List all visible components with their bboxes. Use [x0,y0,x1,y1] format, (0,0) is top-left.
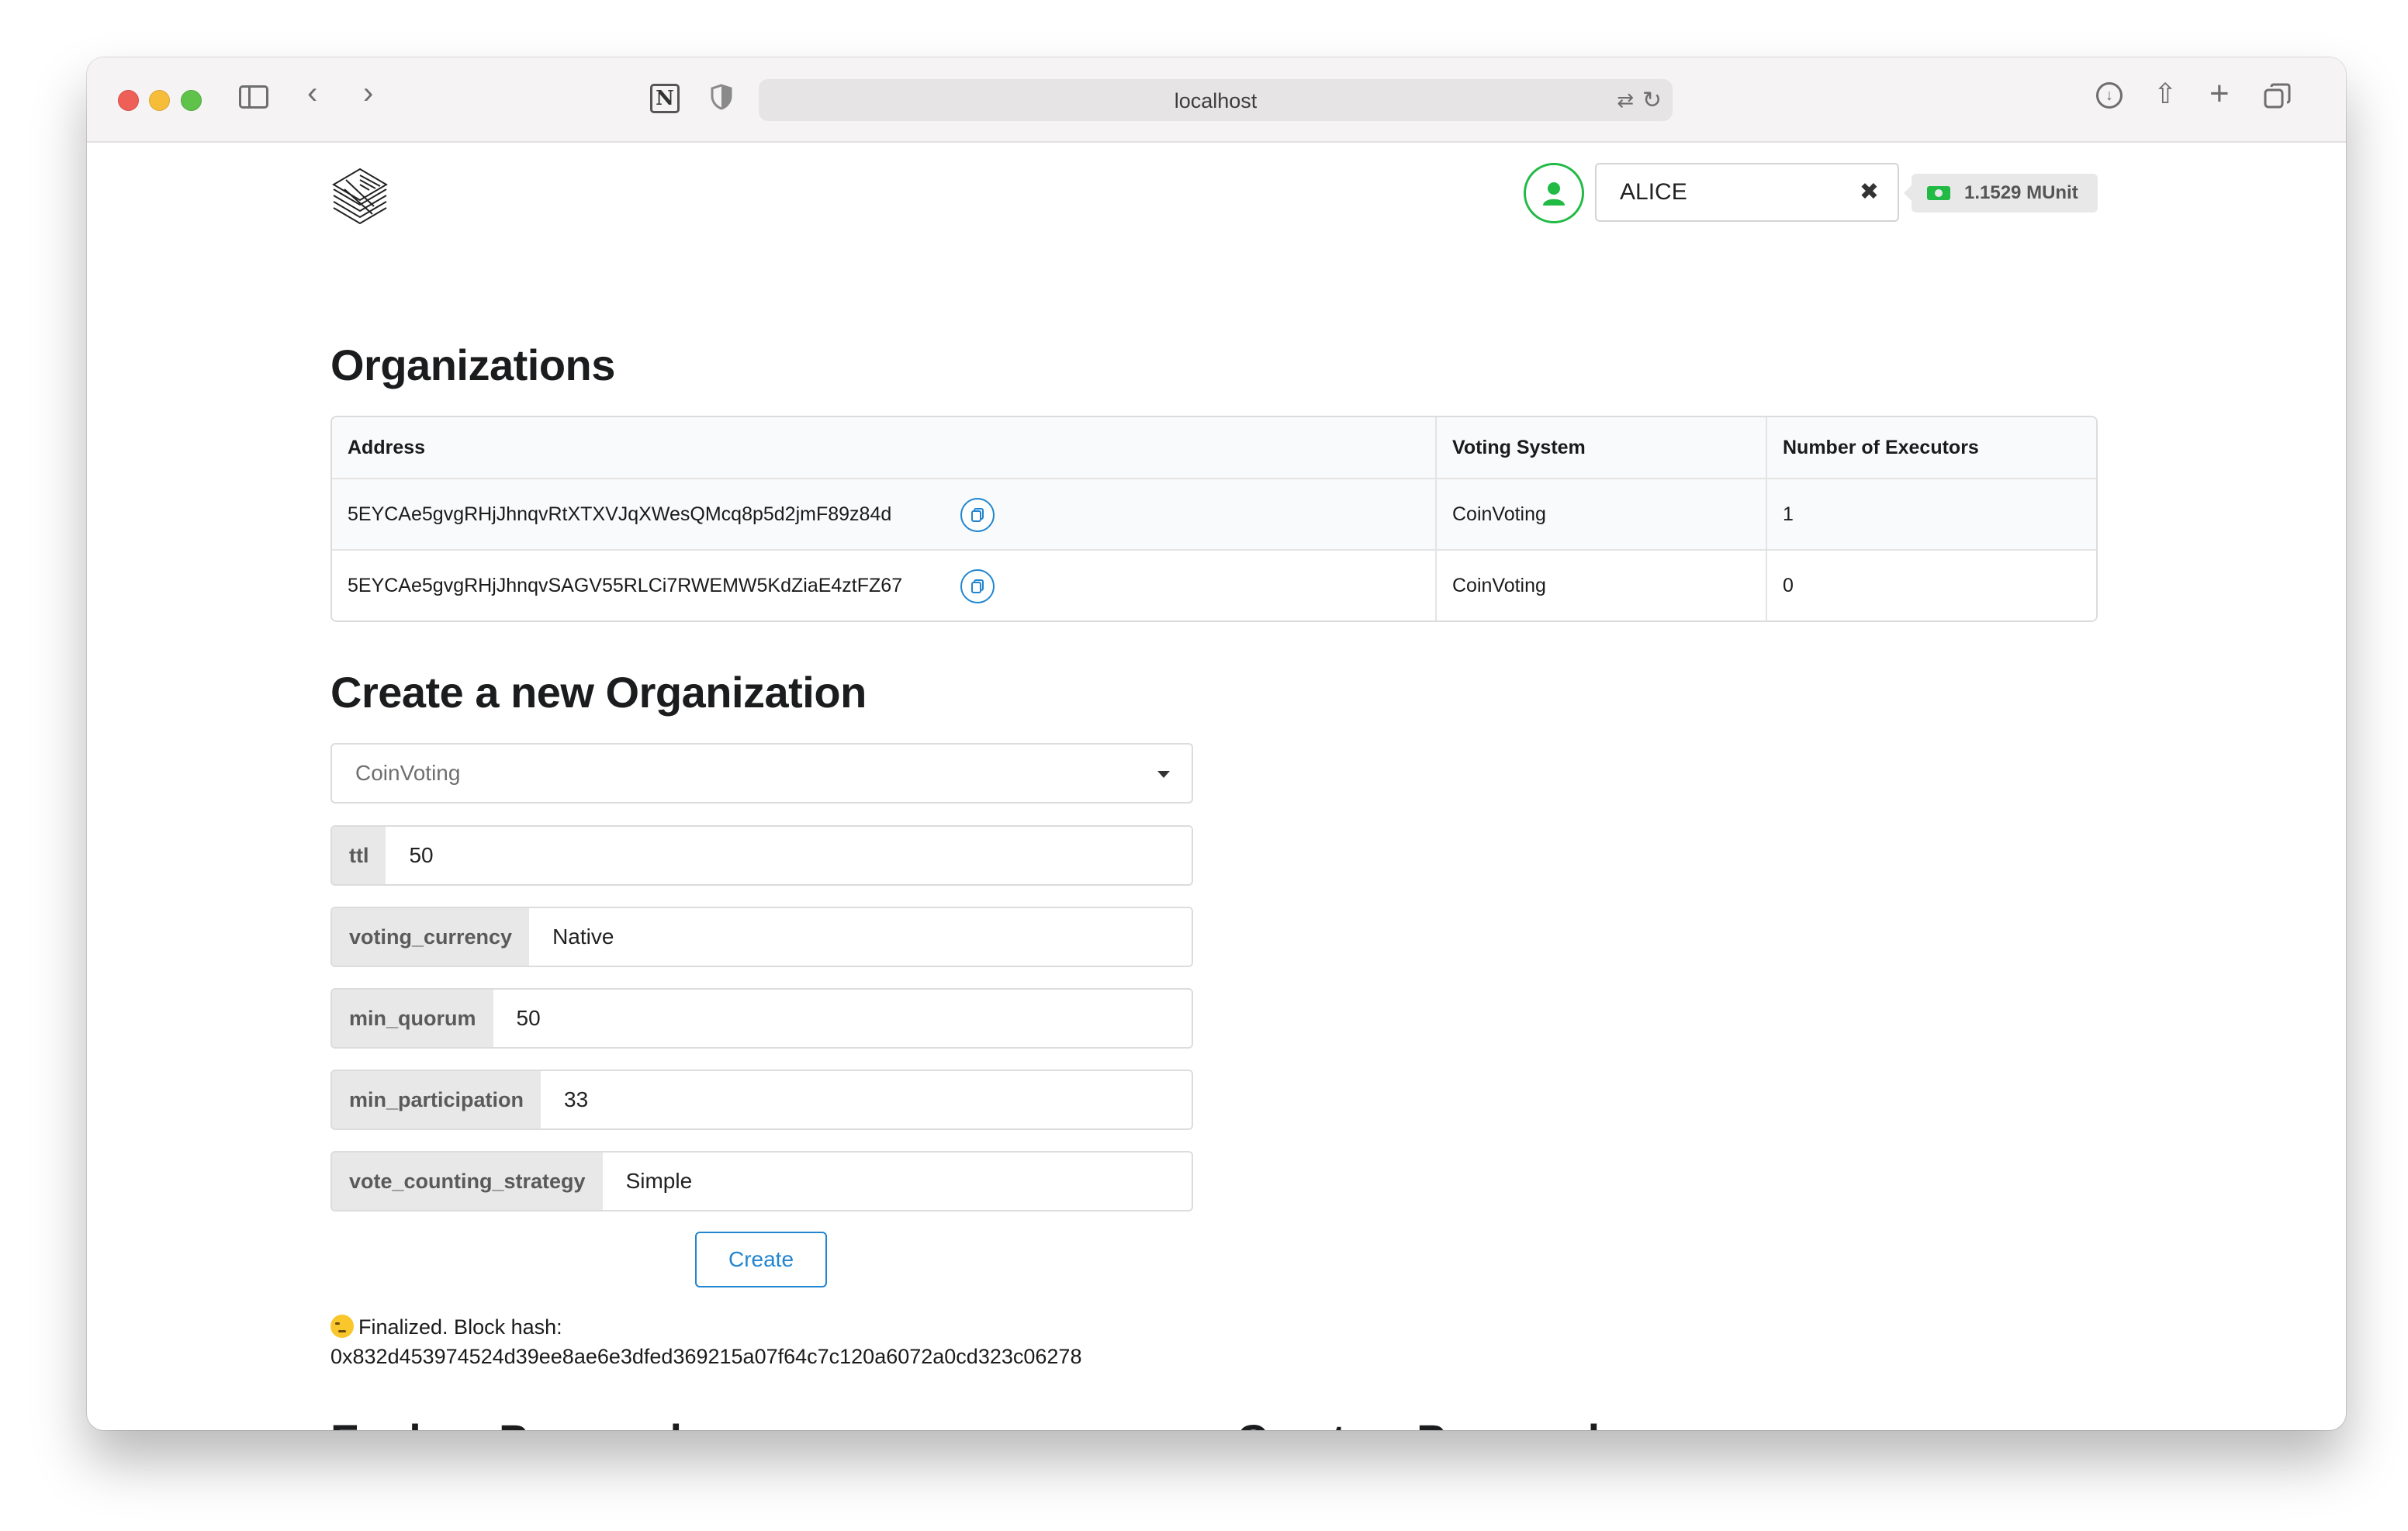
address-cell: 5EYCAe5gvgRHjJhnqvSAGV55RLCi7RWEMW5KdZia… [332,551,1437,620]
table-row: 5EYCAe5gvgRHjJhnqvRtXTXVJqXWesQMcq8p5d2j… [332,478,2096,549]
account-avatar-icon[interactable] [1524,163,1584,223]
min-participation-input[interactable] [541,1071,1192,1128]
app-logo-icon[interactable] [330,166,389,228]
column-header-executors: Number of Executors [1783,436,1979,458]
organizations-table: Address Voting System Number of Executor… [330,416,2098,622]
balance-label: 1.1529 MUnit [1904,174,2098,213]
ttl-input[interactable] [386,827,1192,884]
organizations-heading: Organizations [330,340,615,389]
downloads-icon[interactable]: ↓ [2096,82,2123,109]
min-quorum-label: min_quorum [332,990,493,1047]
create-organization-heading: Create a new Organization [330,668,867,717]
executors-cell: 1 [1783,503,1794,525]
voting-system-cell: CoinVoting [1437,479,1767,549]
dropdown-caret-icon [1157,771,1170,778]
translate-icon[interactable]: ⇄ [1617,88,1634,112]
back-icon[interactable]: ‹ [307,78,317,109]
vote-counting-strategy-input[interactable] [602,1153,1192,1210]
account-name: ALICE [1620,179,1687,205]
address-text: 5EYCAe5gvgRHjJhnqvRtXTXVJqXWesQMcq8p5d2j… [348,503,892,525]
block-hash: 0x832d453974524d39ee8ae6e3dfed369215a07f… [330,1345,1082,1368]
address-text: 5EYCAe5gvgRHjJhnqvSAGV55RLCi7RWEMW5KdZia… [348,574,903,596]
balance-value: 1.1529 MUnit [1964,182,2078,203]
voting-currency-field: voting_currency [330,907,1193,967]
browser-toolbar: ‹ › N localhost ⇄ ↻ ↓ ⇧ + [87,57,2346,143]
forward-icon[interactable]: › [363,78,373,109]
privacy-shield-icon[interactable] [711,84,732,110]
column-header-address: Address [332,417,1437,478]
voting-system-selected: CoinVoting [355,761,461,785]
sidebar-toggle-icon[interactable] [239,85,268,109]
transaction-status: Finalized. Block hash: 0x832d453974524d3… [330,1312,1081,1371]
table-header-row: Address Voting System Number of Executor… [332,417,2096,478]
zoom-window-button[interactable] [181,90,202,111]
address-bar[interactable]: localhost ⇄ ↻ [759,79,1673,121]
voting-currency-label: voting_currency [332,908,530,966]
address-cell: 5EYCAe5gvgRHjJhnqvRtXTXVJqXWesQMcq8p5d2j… [332,479,1437,549]
money-icon [1927,186,1950,200]
status-emoji-icon [330,1315,354,1338]
create-proposal-heading: Create a Proposal [1237,1415,1600,1430]
ttl-field: ttl [330,825,1193,886]
ttl-label: ttl [332,827,386,884]
voting-currency-input[interactable] [529,908,1192,966]
vote-counting-strategy-label: vote_counting_strategy [332,1153,603,1210]
column-header-voting-system: Voting System [1437,417,1767,478]
vote-counting-strategy-field: vote_counting_strategy [330,1151,1193,1211]
tab-overview-icon[interactable] [2264,82,2292,110]
table-row: 5EYCAe5gvgRHjJhnqvSAGV55RLCi7RWEMW5KdZia… [332,549,2096,620]
close-window-button[interactable] [118,90,139,111]
voting-system-dropdown[interactable]: CoinVoting [330,743,1193,804]
explore-proposals-heading: Explore Proposals [330,1415,706,1430]
min-participation-label: min_participation [332,1071,541,1128]
minimize-window-button[interactable] [149,90,170,111]
executors-cell: 0 [1783,574,1794,596]
min-quorum-input[interactable] [493,990,1192,1047]
copy-address-icon[interactable] [960,569,995,603]
notion-extension-icon[interactable]: N [650,84,680,113]
page-content: ALICE ✖ 1.1529 MUnit Organizations Addre… [87,143,2346,1430]
account-selector[interactable]: ALICE ✖ [1595,163,1899,222]
status-line-1: Finalized. Block hash: [358,1315,562,1339]
create-organization-button[interactable]: Create [695,1232,827,1287]
min-quorum-field: min_quorum [330,988,1193,1049]
new-tab-icon[interactable]: + [2209,74,2230,113]
share-icon[interactable]: ⇧ [2154,78,2177,110]
reload-icon[interactable]: ↻ [1642,87,1662,114]
url-text: localhost [1174,89,1258,112]
clear-account-icon[interactable]: ✖ [1860,178,1879,206]
copy-address-icon[interactable] [960,498,995,532]
browser-window: ‹ › N localhost ⇄ ↻ ↓ ⇧ + ALICE ✖ 1.1529… [87,57,2346,1430]
min-participation-field: min_participation [330,1070,1193,1130]
voting-system-cell: CoinVoting [1437,551,1767,620]
